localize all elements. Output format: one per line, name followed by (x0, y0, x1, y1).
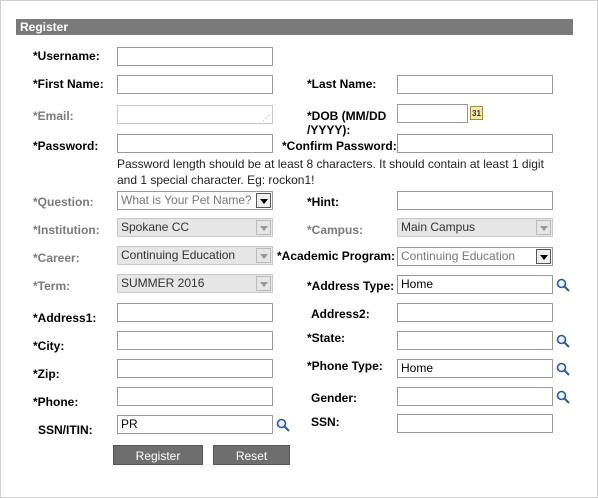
institution-select[interactable]: Spokane CC (117, 218, 273, 237)
chevron-down-icon (256, 193, 271, 208)
zip-label: *Zip: (33, 367, 60, 381)
ssn-input[interactable] (397, 414, 553, 433)
phone-input[interactable] (117, 387, 273, 406)
ssn-itin-label: SSN/ITIN: (38, 423, 93, 437)
career-select[interactable]: Continuing Education (117, 246, 273, 265)
email-input[interactable]: ⋰ (117, 105, 273, 124)
search-icon[interactable] (556, 334, 570, 348)
gender-label: Gender: (311, 391, 358, 405)
username-input[interactable] (117, 47, 273, 66)
term-select-value: SUMMER 2016 (121, 276, 205, 290)
question-select-value: What is Your Pet Name? (121, 193, 252, 207)
email-label: *Email: (33, 109, 74, 123)
chevron-down-icon (256, 248, 271, 263)
register-button[interactable]: Register (113, 445, 203, 465)
chevron-down-icon (256, 220, 271, 235)
city-label: *City: (33, 339, 65, 353)
section-header: Register (16, 19, 573, 35)
last-name-input[interactable] (397, 75, 553, 94)
career-label: *Career: (33, 251, 80, 265)
career-select-value: Continuing Education (121, 248, 236, 262)
reset-button[interactable]: Reset (213, 445, 290, 465)
hint-label: *Hint: (307, 195, 339, 209)
campus-label: *Campus: (307, 223, 364, 237)
confirm-password-input[interactable] (397, 134, 553, 153)
search-icon[interactable] (276, 418, 290, 432)
phone-type-input[interactable]: Home (397, 359, 553, 378)
address2-input[interactable] (397, 303, 553, 322)
first-name-label: *First Name: (33, 77, 104, 91)
institution-select-value: Spokane CC (121, 220, 190, 234)
ssn-label: SSN: (311, 415, 340, 429)
city-input[interactable] (117, 331, 273, 350)
phone-label: *Phone: (33, 395, 79, 409)
calendar-icon[interactable]: 31 (470, 106, 483, 120)
dob-label: *DOB (MM/DD /YYYY): (307, 109, 387, 137)
username-label: *Username: (33, 49, 100, 63)
address-type-input[interactable]: Home (397, 275, 553, 294)
address2-label: Address2: (311, 307, 370, 321)
last-name-label: *Last Name: (307, 77, 377, 91)
resize-grip-icon: ⋰ (262, 114, 270, 123)
state-input[interactable] (397, 331, 553, 350)
address1-input[interactable] (117, 303, 273, 322)
state-label: *State: (307, 331, 346, 345)
academic-program-select-value: Continuing Education (401, 249, 516, 263)
term-label: *Term: (33, 279, 71, 293)
search-icon[interactable] (556, 390, 570, 404)
chevron-down-icon (536, 249, 551, 264)
institution-label: *Institution: (33, 223, 100, 237)
campus-select[interactable]: Main Campus (397, 218, 553, 237)
chevron-down-icon (536, 220, 551, 235)
address1-label: *Address1: (33, 311, 97, 325)
hint-input[interactable] (397, 191, 553, 210)
ssn-itin-input[interactable]: PR (117, 415, 273, 434)
academic-program-label: *Academic Program: (277, 249, 396, 263)
phone-type-label: *Phone Type: (307, 359, 383, 373)
term-select[interactable]: SUMMER 2016 (117, 274, 273, 293)
password-input[interactable] (117, 134, 273, 153)
address-type-label: *Address Type: (307, 279, 395, 293)
question-select[interactable]: What is Your Pet Name? (117, 191, 273, 210)
academic-program-select[interactable]: Continuing Education (397, 247, 553, 266)
password-hint-text: Password length should be at least 8 cha… (117, 157, 544, 187)
confirm-password-label: *Confirm Password: (282, 139, 397, 153)
zip-input[interactable] (117, 359, 273, 378)
campus-select-value: Main Campus (401, 220, 476, 234)
search-icon[interactable] (556, 278, 570, 292)
first-name-input[interactable] (117, 75, 273, 94)
search-icon[interactable] (556, 362, 570, 376)
password-label: *Password: (33, 139, 99, 153)
dob-input[interactable] (397, 104, 468, 123)
gender-input[interactable] (397, 387, 553, 406)
chevron-down-icon (256, 276, 271, 291)
question-label: *Question: (33, 195, 94, 209)
